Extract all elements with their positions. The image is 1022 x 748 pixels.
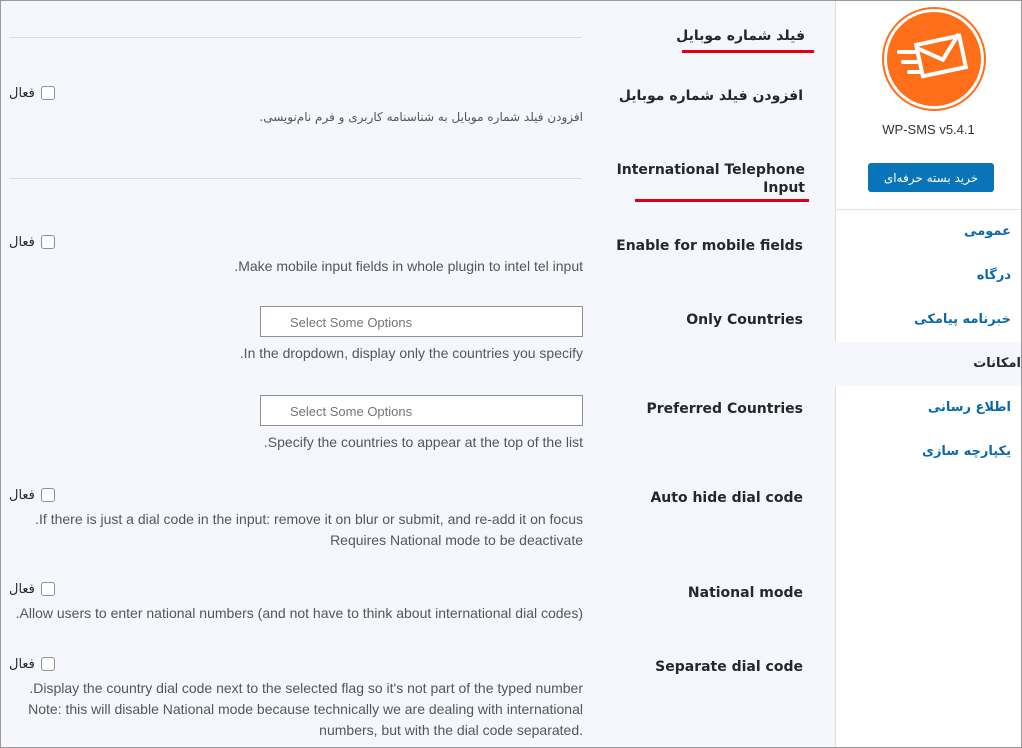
label-national-mode: National mode (687, 585, 803, 601)
sidebar: WP-SMS v5.4.1 خرید بسته حرفه‌ای عمومی در… (834, 1, 1021, 747)
field-separate-dial: فعال .Display the country dial code next… (9, 654, 583, 741)
label-separate-dial: Separate dial code (655, 659, 803, 675)
logo (884, 9, 984, 109)
sidebar-item-general[interactable]: عمومی (836, 210, 1021, 254)
sidebar-item-integrations[interactable]: یکپارچه سازی (836, 430, 1021, 474)
description-line: Note: this will disable National mode be… (28, 701, 583, 717)
section-title-mobile: فیلد شماره موبایل (676, 28, 805, 44)
add-mobile-checkbox[interactable] (40, 86, 55, 100)
only-countries-select[interactable]: Select Some Options (260, 306, 583, 337)
checkbox-label: فعال (9, 656, 35, 672)
envelope-icon (897, 32, 969, 79)
sidebar-menu: عمومی درگاه خبرنامه پیامکی امکانات اطلاع… (834, 210, 1021, 474)
preferred-countries-select[interactable]: Select Some Options (260, 395, 583, 426)
field-enable-mobile: فعال .Make mobile input fields in whole … (9, 232, 583, 277)
field-add-mobile: فعال افزودن فیلد شماره موبایل به شناسنام… (9, 83, 583, 128)
description-line: .If there is just a dial code in the inp… (35, 511, 583, 527)
sidebar-item-notifications[interactable]: اطلاع رسانی (836, 386, 1021, 430)
field-description: افزودن فیلد شماره موبایل به شناسنامه کار… (259, 110, 583, 124)
checkbox-label: فعال (9, 85, 35, 101)
field-description: .Make mobile input fields in whole plugi… (234, 258, 583, 274)
divider (9, 37, 582, 38)
enable-mobile-checkbox[interactable] (40, 235, 55, 249)
sidebar-item-gateway[interactable]: درگاه (836, 254, 1021, 298)
buy-pro-button[interactable]: خرید بسته حرفه‌ای (868, 163, 994, 192)
sidebar-item-newsletter[interactable]: خبرنامه پیامکی (836, 298, 1021, 342)
divider (9, 178, 582, 179)
label-only-countries: Only Countries (686, 312, 803, 328)
field-description: .If there is just a dial code in the inp… (9, 509, 583, 551)
settings-content: فیلد شماره موبایل افزودن فیلد شماره موبا… (9, 1, 829, 747)
field-description: .Display the country dial code next to t… (9, 678, 583, 741)
field-auto-hide: فعال .If there is just a dial code in th… (9, 485, 583, 551)
separate-dial-checkbox[interactable] (40, 657, 55, 671)
description-line: .Display the country dial code next to t… (29, 680, 583, 696)
sidebar-item-features[interactable]: امکانات (834, 342, 1021, 386)
field-description: .Allow users to enter national numbers (… (15, 605, 583, 621)
national-mode-checkbox[interactable] (40, 582, 55, 596)
annotation-underline (635, 199, 809, 202)
auto-hide-checkbox[interactable] (40, 488, 55, 502)
field-preferred-countries: Select Some Options .Specify the countri… (9, 395, 583, 453)
description-line: numbers, but with the dial code separate… (319, 722, 583, 738)
sidebar-brand: WP-SMS v5.4.1 خرید بسته حرفه‌ای (836, 1, 1021, 210)
section-title-intl: International Telephone Input (616, 162, 805, 196)
plugin-version: WP-SMS v5.4.1 (882, 122, 975, 137)
checkbox-label: فعال (9, 234, 35, 250)
annotation-underline (682, 50, 814, 53)
label-auto-hide: Auto hide dial code (650, 490, 803, 506)
description-line: Requires National mode to be deactivate (330, 532, 583, 548)
checkbox-label: فعال (9, 487, 35, 503)
label-preferred-countries: Preferred Countries (646, 401, 804, 417)
field-description: .Specify the countries to appear at the … (263, 434, 583, 450)
settings-page: فیلد شماره موبایل افزودن فیلد شماره موبا… (0, 0, 1022, 748)
label-add-mobile: افزودن فیلد شماره موبایل (618, 88, 803, 104)
field-only-countries: Select Some Options .In the dropdown, di… (9, 306, 583, 364)
field-description: .In the dropdown, display only the count… (239, 345, 583, 361)
label-enable-mobile: Enable for mobile fields (616, 238, 803, 254)
field-national-mode: فعال .Allow users to enter national numb… (9, 579, 583, 624)
checkbox-label: فعال (9, 581, 35, 597)
